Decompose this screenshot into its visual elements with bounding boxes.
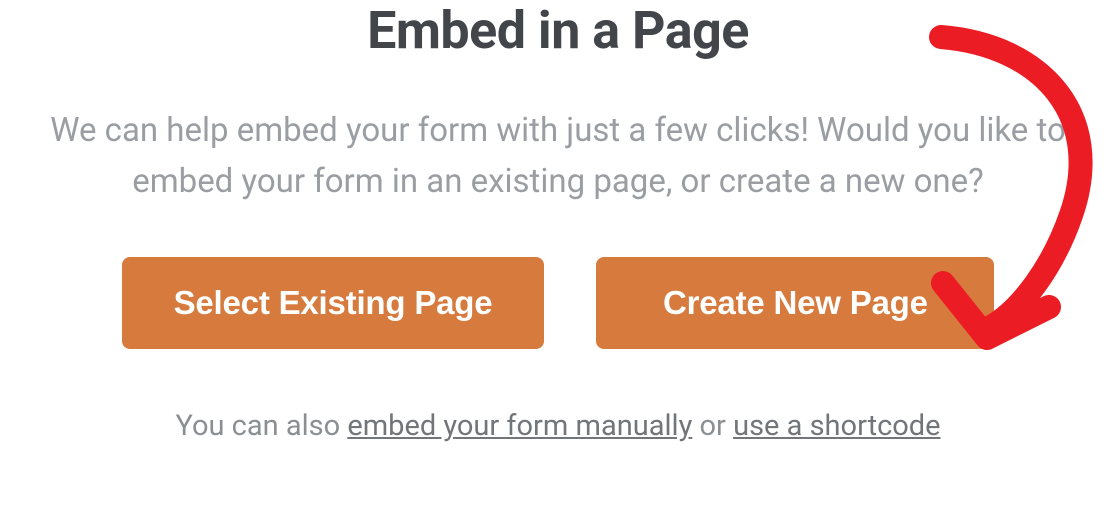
embed-modal: Embed in a Page We can help embed your f… (0, 0, 1116, 521)
embed-manually-link[interactable]: embed your form manually (347, 409, 692, 443)
modal-title: Embed in a Page (367, 2, 749, 59)
footer-prefix: You can also (175, 409, 347, 443)
button-row: Select Existing Page Create New Page (122, 257, 995, 349)
footer-text: You can also embed your form manually or… (175, 409, 940, 443)
create-new-page-button[interactable]: Create New Page (596, 257, 994, 349)
select-existing-page-button[interactable]: Select Existing Page (122, 257, 545, 349)
modal-subtitle: We can help embed your form with just a … (8, 105, 1108, 207)
use-shortcode-link[interactable]: use a shortcode (733, 409, 940, 443)
footer-middle: or (692, 409, 733, 443)
